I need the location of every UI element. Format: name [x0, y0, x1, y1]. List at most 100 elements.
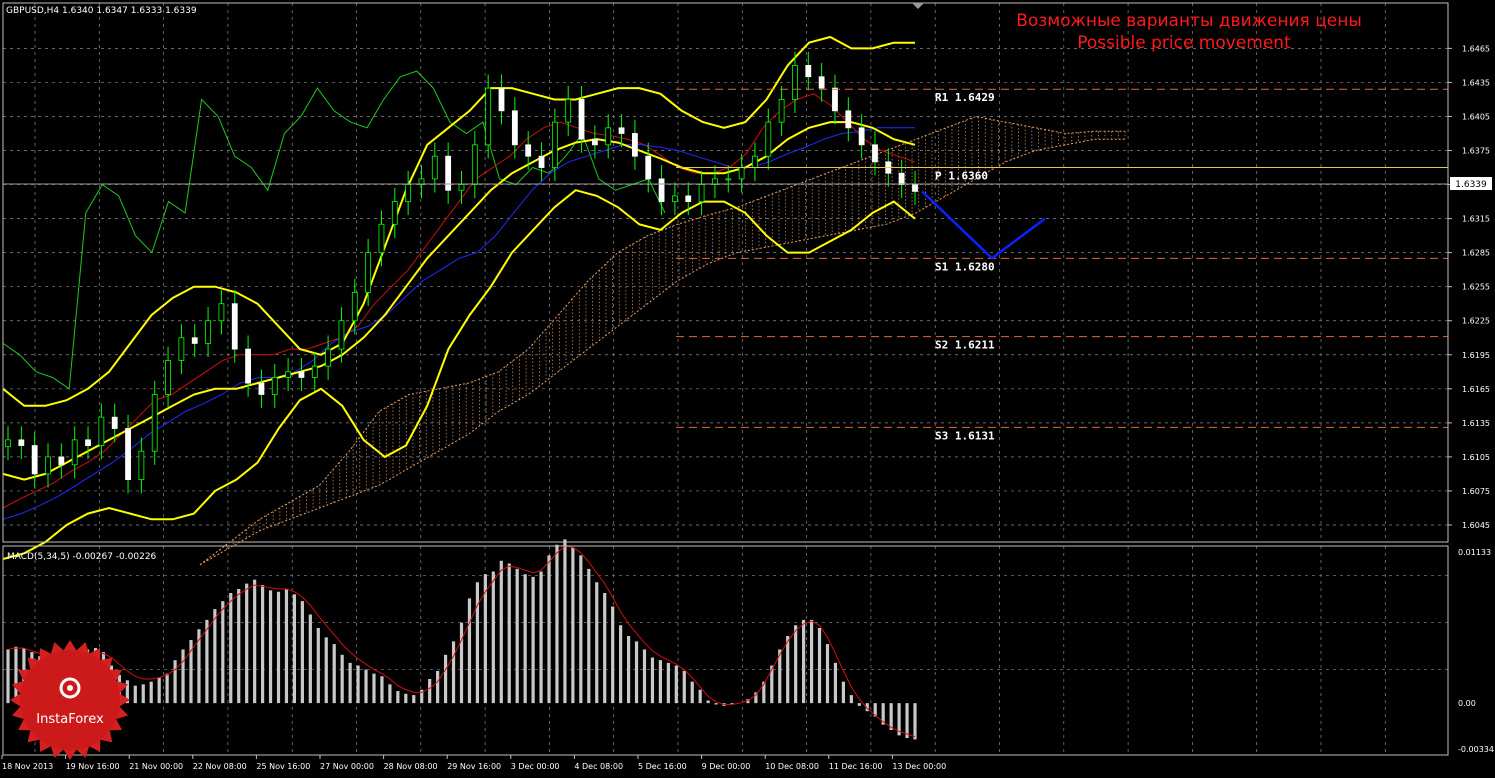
candle-body	[792, 65, 798, 100]
candle-body	[618, 127, 625, 134]
candle-body	[525, 144, 532, 157]
level-label-s2: S2 1.6211	[935, 339, 995, 352]
candle-body	[165, 360, 171, 395]
title-russian: Возможные варианты движения цены	[1016, 11, 1362, 31]
candle-body	[351, 291, 358, 322]
candle-body	[511, 110, 518, 146]
candle-body	[71, 439, 78, 466]
logo-gear-center-icon	[67, 685, 73, 691]
candle-body	[151, 394, 158, 452]
candle-body	[698, 184, 705, 202]
level-label-p: P 1.6360	[935, 170, 988, 183]
candle-body	[191, 337, 198, 344]
time-tick-label: 11 Dec 16:00	[829, 762, 883, 771]
instaforex-logo: InstaForex	[10, 640, 130, 760]
candle-body	[231, 303, 238, 350]
logo-disc	[20, 650, 120, 750]
candle-body	[858, 127, 865, 146]
candle-body	[298, 371, 305, 378]
candle-body	[578, 99, 585, 140]
time-tick-label: 22 Nov 08:00	[193, 762, 247, 771]
symbol-header: GBPUSD,H4 1.6340 1.6347 1.6333 1.6339	[6, 6, 197, 16]
candle-body	[311, 365, 318, 378]
candle-body	[645, 155, 652, 180]
time-tick-label: 28 Nov 08:00	[384, 762, 438, 771]
current-price-label: 1.6339	[1455, 180, 1487, 190]
candle-body	[285, 371, 292, 378]
time-tick-label: 3 Dec 00:00	[511, 762, 560, 771]
candle-body	[18, 439, 25, 446]
level-label-r1: R1 1.6429	[935, 91, 995, 104]
candle-body	[565, 99, 572, 123]
candle-body	[338, 320, 345, 350]
price-tick-label: 1.6405	[1462, 112, 1490, 121]
logo-text: InstaForex	[36, 712, 104, 727]
candle-body	[845, 110, 852, 129]
candle-body	[85, 439, 91, 446]
candle-body	[658, 178, 665, 202]
candle-body	[631, 133, 638, 157]
candle-body	[178, 337, 185, 361]
candle-body	[778, 99, 785, 123]
chart-root: R1 1.6429 P 1.6360 S1 1.6280 S2 1.6211 S3 1.…	[0, 0, 1495, 774]
candle-body	[832, 87, 838, 112]
level-label-s1: S1 1.6280	[935, 260, 995, 273]
price-tick-label: 1.6465	[1462, 44, 1490, 53]
candle-body	[45, 456, 51, 475]
candle-body	[245, 348, 251, 384]
candle-body	[538, 155, 545, 168]
price-tick-label: 1.6165	[1462, 385, 1490, 394]
candle-body	[98, 416, 105, 446]
macd-header: MACD(5,34,5) -0.00267 -0.00226	[7, 552, 157, 562]
candle-body	[258, 382, 265, 395]
price-tick-label: 1.6435	[1462, 78, 1490, 87]
candle-body	[471, 144, 478, 185]
candle-body	[672, 195, 678, 202]
time-tick-label: 21 Nov 00:00	[129, 762, 183, 771]
price-tick-label: 1.6225	[1462, 317, 1490, 326]
candle-body	[458, 184, 465, 191]
forex-chart-canvas[interactable]: R1 1.6429 P 1.6360 S1 1.6280 S2 1.6211 S3 1.…	[0, 0, 1495, 774]
candle-body	[31, 445, 38, 475]
candle-body	[138, 450, 145, 480]
candle-body	[805, 65, 812, 78]
price-tick-label: 1.6075	[1462, 487, 1490, 496]
time-tick-label: 4 Dec 08:00	[574, 762, 623, 771]
time-tick-label: 25 Nov 16:00	[256, 762, 310, 771]
time-tick-label: 13 Dec 00:00	[892, 762, 946, 771]
candle-body	[752, 155, 758, 168]
title-english: Possible price movement	[1077, 33, 1291, 53]
time-tick-label: 29 Nov 16:00	[447, 762, 501, 771]
time-tick-label: 10 Dec 08:00	[765, 762, 819, 771]
price-tick-label: 1.6375	[1462, 147, 1490, 156]
price-tick-label: 1.6315	[1462, 215, 1490, 224]
time-tick-label: 5 Dec 16:00	[638, 762, 687, 771]
time-tick-label: 18 Nov 2013	[2, 762, 53, 771]
candle-body	[365, 252, 372, 293]
candle-body	[58, 456, 65, 466]
candle-body	[431, 155, 438, 180]
candle-body	[205, 320, 211, 344]
macd-tick-label: -0.00334	[1458, 745, 1494, 754]
price-tick-label: 1.6195	[1462, 351, 1490, 360]
price-tick-label: 1.6255	[1462, 283, 1490, 292]
candle-body	[872, 144, 878, 163]
candle-body	[912, 184, 918, 192]
candle-body	[445, 155, 452, 191]
candle-body	[218, 303, 225, 322]
candle-body	[5, 439, 11, 448]
price-tick-label: 1.6105	[1462, 453, 1490, 462]
candle-body	[685, 195, 692, 202]
candle-body	[765, 121, 772, 157]
candle-body	[271, 377, 278, 395]
candle-body	[111, 416, 118, 429]
candle-body	[738, 167, 745, 180]
macd-tick-label: 0.01133	[1458, 548, 1491, 557]
candle-body	[605, 127, 612, 146]
candle-body	[378, 223, 385, 254]
price-tick-label: 1.6045	[1462, 521, 1490, 530]
price-tick-label: 1.6135	[1462, 419, 1490, 428]
candle-body	[818, 76, 825, 89]
level-label-s3: S3 1.6131	[935, 429, 995, 442]
candle-body	[498, 87, 505, 112]
